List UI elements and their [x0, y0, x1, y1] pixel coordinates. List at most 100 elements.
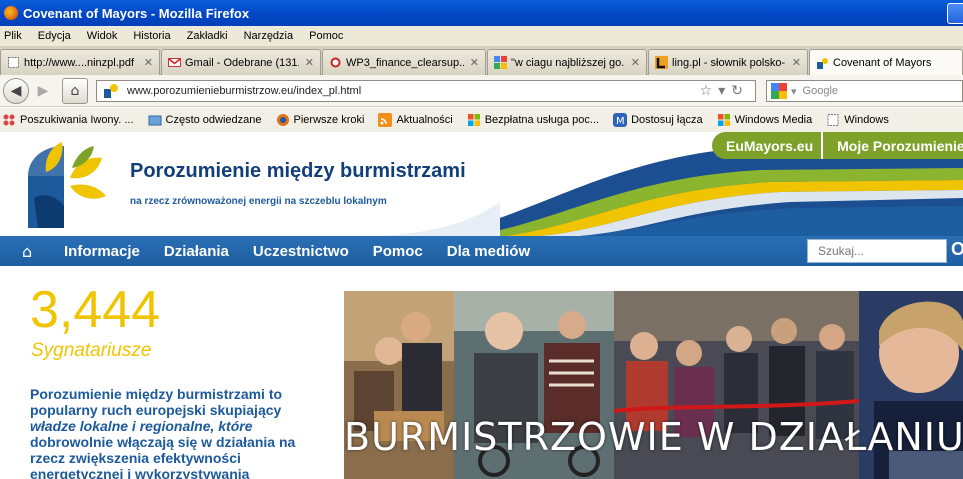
- firefox-icon: [276, 114, 289, 126]
- signatories-count: 3,444: [30, 281, 161, 339]
- bookmarks-toolbar: Poszukiwania Iwony. ... Często odwiedzan…: [0, 108, 963, 132]
- bookmark-label: Pierwsze kroki: [293, 114, 365, 126]
- home-icon: ⌂: [70, 83, 80, 99]
- reload-icon[interactable]: ↻: [731, 83, 749, 99]
- tab-strip: http://www....ninzpl.pdf ✕ Gmail - Odebr…: [0, 46, 963, 76]
- site-search-button[interactable]: O: [949, 239, 963, 263]
- google-icon: [494, 56, 507, 69]
- windows-icon: [717, 114, 730, 126]
- minimize-button[interactable]: [947, 3, 963, 24]
- bookmark-bezplatna-usluga[interactable]: Bezpłatna usługa poc...: [467, 113, 599, 127]
- nav-dla-mediow[interactable]: Dla mediów: [447, 243, 530, 260]
- bookmark-label: Bezpłatna usługa poc...: [484, 114, 600, 126]
- search-placeholder: Google: [802, 85, 839, 97]
- bookmark-icon: [3, 114, 15, 126]
- site-favicon-icon: [104, 84, 118, 98]
- search-engine-dropdown-icon[interactable]: ▾: [791, 85, 797, 98]
- menu-zakladki[interactable]: Zakładki: [187, 30, 228, 42]
- main-navigation: ⌂ Informacje Działania Uczestnictwo Pomo…: [0, 236, 963, 266]
- page-icon: [827, 114, 839, 126]
- nav-pomoc[interactable]: Pomoc: [373, 243, 423, 260]
- bookmark-windows[interactable]: Windows: [826, 113, 889, 127]
- search-bar[interactable]: ▾ Google: [766, 80, 963, 102]
- intro-part-1: Porozumienie między burmistrzami to popu…: [30, 386, 283, 418]
- bookmark-label: Poszukiwania Iwony. ...: [20, 114, 134, 126]
- close-icon[interactable]: ✕: [631, 56, 640, 69]
- intro-part-2: dobrowolnie włączają się w działania na …: [30, 434, 296, 479]
- bookmark-label: Windows: [844, 114, 889, 126]
- back-button[interactable]: ◀: [3, 78, 29, 104]
- top-links: EuMayors.eu Moje Porozumienie: [712, 132, 963, 159]
- nav-uczestnictwo[interactable]: Uczestnictwo: [253, 243, 349, 260]
- menu-widok[interactable]: Widok: [87, 30, 118, 42]
- close-icon[interactable]: ✕: [470, 56, 479, 69]
- tab-label: http://www....ninzpl.pdf: [24, 56, 135, 69]
- tab-gmail[interactable]: Gmail - Odebrane (131... ✕: [161, 49, 321, 75]
- bookmark-windows-media[interactable]: Windows Media: [717, 113, 812, 127]
- dropdown-icon[interactable]: ▾: [718, 83, 731, 99]
- site-subtitle: na rzecz zrównoważonej energii na szczeb…: [130, 196, 387, 207]
- tab-google-search[interactable]: "w ciagu najbliższej go... ✕: [487, 49, 647, 75]
- moje-porozumienie-link[interactable]: Moje Porozumienie: [823, 132, 963, 159]
- bookmark-label: Dostosuj łącza: [631, 114, 703, 126]
- window-titlebar: Covenant of Mayors - Mozilla Firefox: [0, 0, 963, 26]
- folder-icon: [148, 115, 162, 126]
- bookmark-poszukiwania[interactable]: Poszukiwania Iwony. ...: [2, 113, 134, 127]
- close-icon[interactable]: ✕: [792, 56, 801, 69]
- covenant-icon: [817, 57, 828, 69]
- tab-label: WP3_finance_clearsup...: [346, 56, 464, 69]
- url-bar[interactable]: www.porozumienieburmistrzow.eu/index_pl.…: [96, 80, 756, 102]
- bookmark-label: Aktualności: [396, 114, 453, 126]
- menu-narzedzia[interactable]: Narzędzia: [244, 30, 294, 42]
- nav-dzialania[interactable]: Działania: [164, 243, 229, 260]
- page-icon: [8, 57, 19, 68]
- tab-label: Covenant of Mayors: [833, 57, 932, 69]
- bookmark-label: Często odwiedzane: [165, 114, 262, 126]
- menu-edycja[interactable]: Edycja: [38, 30, 71, 42]
- tab-ling[interactable]: ling.pl - słownik polsko-... ✕: [648, 49, 808, 75]
- tab-covenant-of-mayors[interactable]: Covenant of Mayors: [809, 49, 963, 76]
- close-icon[interactable]: ✕: [305, 56, 314, 69]
- bookmark-dostosuj-lacza[interactable]: M Dostosuj łącza: [613, 113, 703, 127]
- covenant-logo: [28, 142, 106, 228]
- bookmark-star-icon[interactable]: ☆: [700, 83, 719, 99]
- eumayors-link[interactable]: EuMayors.eu: [712, 132, 824, 159]
- menu-pomoc[interactable]: Pomoc: [309, 30, 343, 42]
- web-page: Porozumienie między burmistrzami na rzec…: [0, 132, 963, 479]
- photo-banner[interactable]: BURMISTRZOWIE W DZIAŁANIU: [344, 291, 963, 479]
- site-search-input[interactable]: Szukaj...: [807, 239, 947, 263]
- tab-pdf-link[interactable]: http://www....ninzpl.pdf ✕: [0, 49, 160, 75]
- tab-label: Gmail - Odebrane (131...: [185, 56, 299, 69]
- tab-label: "w ciagu najbliższej go...: [511, 56, 625, 69]
- tab-wp3[interactable]: WP3_finance_clearsup... ✕: [322, 49, 486, 75]
- forward-button[interactable]: ▶: [30, 78, 56, 104]
- windows-icon: [467, 114, 480, 126]
- menu-bar: Plik Edycja Widok Historia Zakładki Narz…: [0, 26, 963, 46]
- url-text: www.porozumienieburmistrzow.eu/index_pl.…: [127, 85, 362, 97]
- intro-text: Porozumienie między burmistrzami to popu…: [30, 386, 330, 479]
- nav-informacje[interactable]: Informacje: [64, 243, 140, 260]
- bookmark-aktualnosci[interactable]: Aktualności: [378, 113, 453, 127]
- site-title: Porozumienie między burmistrzami: [130, 160, 466, 182]
- bookmark-pierwsze-kroki[interactable]: Pierwsze kroki: [276, 113, 365, 127]
- msn-icon: M: [613, 113, 628, 127]
- gmail-icon: [168, 58, 181, 67]
- tab-label: ling.pl - słownik polsko-...: [672, 56, 786, 69]
- intro-italic: władze lokalne i regionalne, które: [30, 418, 253, 434]
- svg-text:M: M: [616, 116, 625, 127]
- navigation-toolbar: ◀ ▶ ⌂ www.porozumienieburmistrzow.eu/ind…: [0, 75, 963, 107]
- home-toolbar-button[interactable]: ⌂: [62, 78, 88, 104]
- back-arrow-icon: ◀: [10, 83, 22, 99]
- menu-historia[interactable]: Historia: [133, 30, 170, 42]
- menu-plik[interactable]: Plik: [4, 30, 22, 42]
- pdf-icon: [330, 57, 341, 68]
- close-icon[interactable]: ✕: [144, 56, 153, 69]
- bookmark-czesto-odwiedzane[interactable]: Często odwiedzane: [148, 113, 262, 127]
- banner-headline: BURMISTRZOWIE W DZIAŁANIU: [344, 415, 963, 459]
- signatories-label: Sygnatariusze: [31, 340, 152, 361]
- home-icon[interactable]: ⌂: [22, 242, 50, 261]
- firefox-icon: [4, 6, 18, 20]
- google-icon: [771, 83, 787, 99]
- ling-icon: [655, 56, 668, 69]
- forward-arrow-icon: ▶: [37, 83, 49, 99]
